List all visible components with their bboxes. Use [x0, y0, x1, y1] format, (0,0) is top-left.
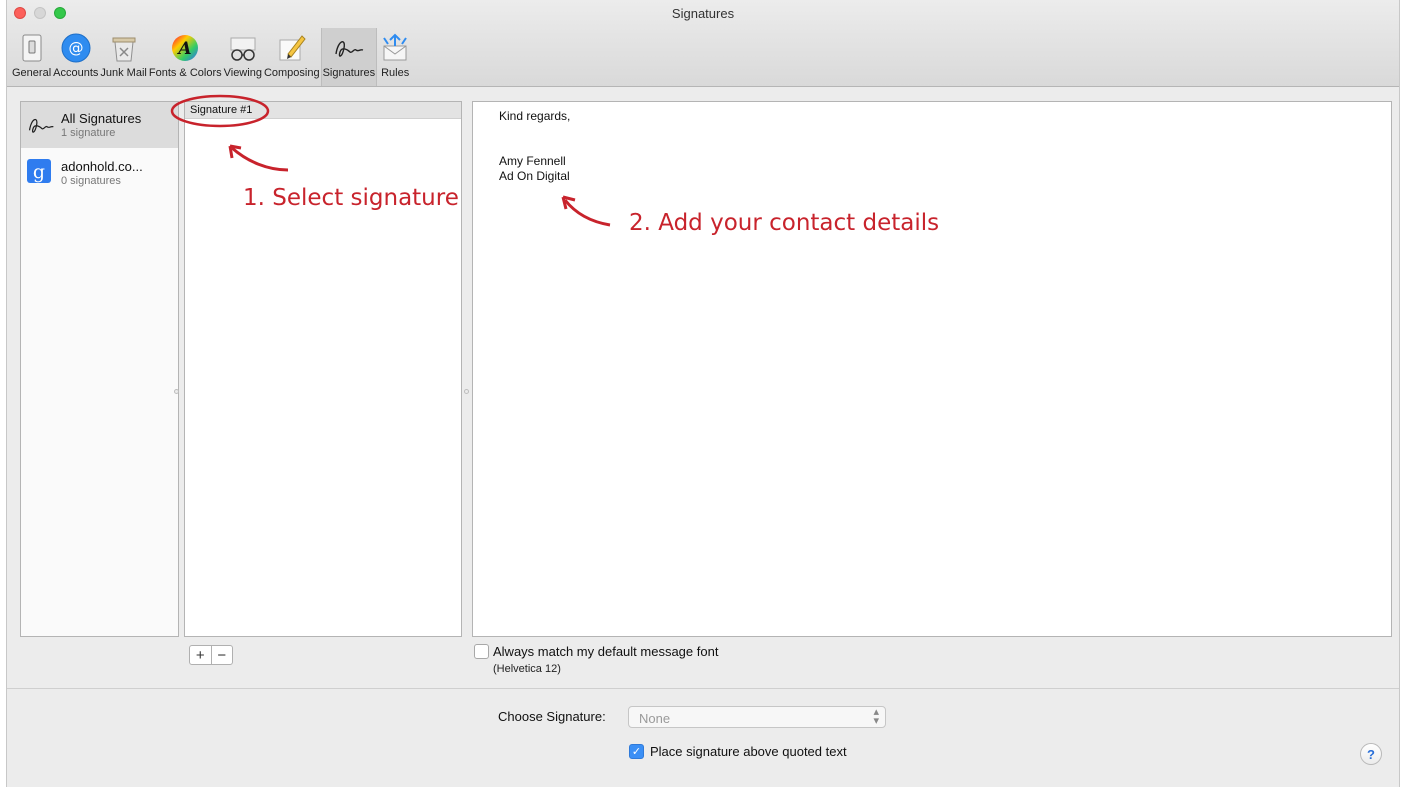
tab-composing[interactable]: Composing — [263, 28, 321, 86]
add-signature-button[interactable]: + — [190, 646, 211, 664]
choose-signature-label: Choose Signature: — [498, 709, 606, 724]
rules-envelope-icon — [378, 31, 412, 65]
splitter-handle[interactable] — [174, 389, 179, 394]
tab-accounts[interactable]: @ Accounts — [52, 28, 99, 86]
title-bar: Signatures General @ Accounts Junk Mail — [7, 0, 1399, 87]
tab-general[interactable]: General — [11, 28, 52, 86]
svg-text:@: @ — [68, 39, 83, 57]
svg-text:g: g — [33, 161, 45, 183]
annotation-step-1: 1. Select signature — [243, 185, 459, 211]
glasses-icon — [226, 31, 260, 65]
add-remove-buttons: + − — [189, 645, 233, 665]
divider — [7, 688, 1399, 689]
help-button[interactable]: ? — [1360, 743, 1382, 765]
signature-editor[interactable]: Kind regards, Amy Fennell Ad On Digital — [472, 101, 1392, 637]
choose-signature-select[interactable]: None ▴ ▾ — [628, 706, 886, 728]
tab-fonts-colors[interactable]: A Fonts & Colors — [148, 28, 223, 86]
remove-signature-button[interactable]: − — [210, 646, 233, 664]
annotation-step-2: 2. Add your contact details — [629, 210, 940, 236]
tab-junk-mail[interactable]: Junk Mail — [99, 28, 147, 86]
preferences-toolbar: General @ Accounts Junk Mail A Fonts & C… — [11, 28, 413, 86]
signature-icon — [332, 31, 366, 65]
accounts-list: All Signatures 1 signature g adonhold.co… — [20, 101, 179, 637]
signature-item[interactable]: Signature #1 — [185, 102, 461, 119]
google-icon: g — [26, 158, 56, 188]
svg-text:A: A — [177, 39, 192, 59]
preferences-window: Signatures General @ Accounts Junk Mail — [6, 0, 1400, 787]
at-sign-icon: @ — [59, 31, 93, 65]
window-title: Signatures — [671, 6, 735, 21]
signature-list: Signature #1 — [184, 101, 462, 637]
match-font-sublabel: (Helvetica 12) — [493, 663, 561, 675]
signature-icon — [26, 110, 56, 140]
match-font-checkbox[interactable] — [474, 644, 489, 659]
place-above-label: Place signature above quoted text — [650, 744, 847, 759]
pencil-icon — [275, 31, 309, 65]
updown-chevron-icon: ▴ ▾ — [873, 706, 879, 727]
font-color-wheel-icon: A — [168, 31, 202, 65]
tab-signatures[interactable]: Signatures — [320, 28, 378, 86]
splitter-handle[interactable] — [464, 389, 469, 394]
editor-line: Amy Fennell — [499, 154, 566, 168]
place-above-checkbox[interactable]: ✓ — [629, 744, 644, 759]
editor-line: Ad On Digital — [499, 169, 570, 183]
account-item-all-signatures[interactable]: All Signatures 1 signature — [21, 102, 178, 148]
match-font-label: Always match my default message font — [493, 644, 719, 659]
tab-viewing[interactable]: Viewing — [223, 28, 263, 86]
junk-bin-icon — [107, 31, 141, 65]
account-item-google[interactable]: g adonhold.co... 0 signatures — [21, 150, 178, 196]
editor-line: Kind regards, — [499, 109, 571, 123]
general-switch-icon — [15, 31, 49, 65]
tab-rules[interactable]: Rules — [377, 28, 413, 86]
